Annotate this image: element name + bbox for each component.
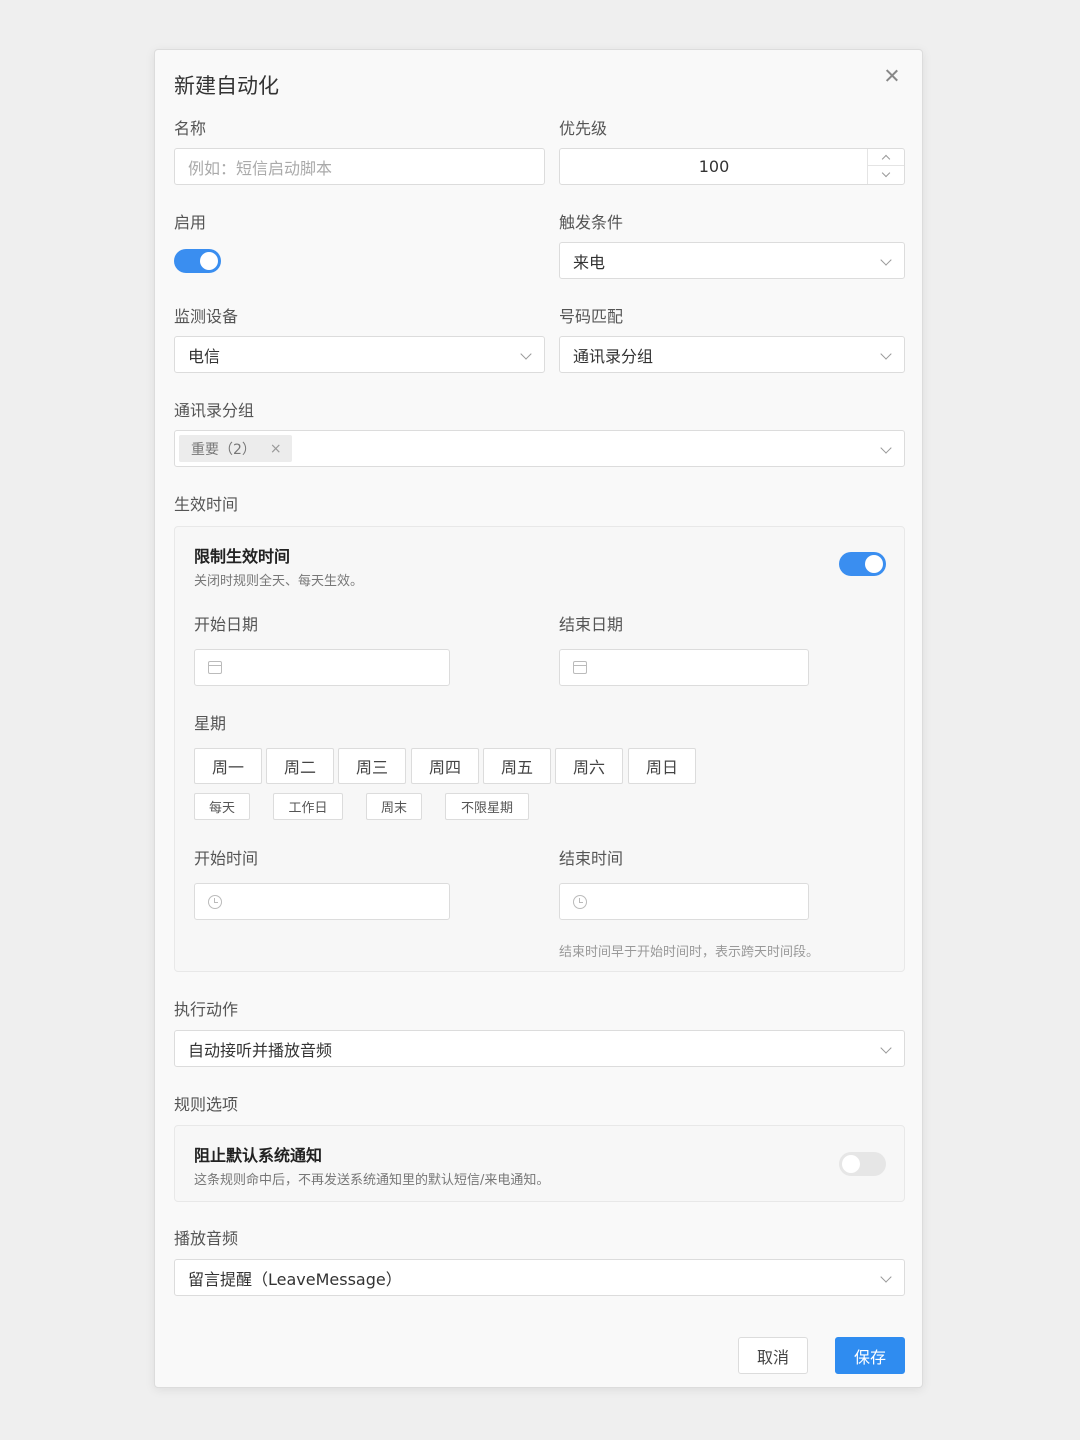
audio-label: 播放音频 <box>174 1229 239 1248</box>
close-icon[interactable] <box>882 66 902 86</box>
increment-chevron-up-icon[interactable] <box>868 149 904 166</box>
block-notification-description: 这条规则命中后，不再发送系统通知里的默认短信/来电通知。 <box>194 1173 550 1188</box>
audio-select[interactable]: 留言提醒（LeaveMessage） <box>174 1259 905 1296</box>
audio-value: 留言提醒（LeaveMessage） <box>188 1269 402 1289</box>
number-match-label: 号码匹配 <box>559 307 624 326</box>
chevron-down-icon <box>880 442 892 454</box>
end-date-label: 结束日期 <box>559 615 624 634</box>
trigger-label: 触发条件 <box>559 213 624 232</box>
end-date-picker[interactable] <box>559 649 809 686</box>
chevron-down-icon <box>520 348 532 360</box>
number-match-select[interactable]: 通讯录分组 <box>559 336 905 373</box>
rule-options-panel: 阻止默认系统通知 这条规则命中后，不再发送系统通知里的默认短信/来电通知。 <box>174 1125 905 1202</box>
number-match-value: 通讯录分组 <box>573 346 654 366</box>
quick-weekend-button[interactable]: 周末 <box>366 793 422 820</box>
start-date-picker[interactable] <box>194 649 450 686</box>
decrement-chevron-down-icon[interactable] <box>868 166 904 183</box>
chevron-down-icon <box>880 1271 892 1283</box>
remove-tag-close-icon[interactable]: × <box>270 441 282 457</box>
action-value: 自动接听并播放音频 <box>188 1040 333 1060</box>
device-select[interactable]: 电信 <box>174 336 545 373</box>
chevron-down-icon <box>880 348 892 360</box>
limit-time-title: 限制生效时间 <box>194 547 291 566</box>
end-time-label: 结束时间 <box>559 849 624 868</box>
chevron-down-icon <box>880 1042 892 1054</box>
start-time-picker[interactable] <box>194 883 450 920</box>
action-label: 执行动作 <box>174 1000 239 1019</box>
start-date-label: 开始日期 <box>194 615 259 634</box>
weekday-tue-button[interactable]: 周二 <box>266 748 334 784</box>
toggle-knob <box>865 555 883 573</box>
block-notification-toggle[interactable] <box>839 1152 886 1176</box>
quick-any-weekday-button[interactable]: 不限星期 <box>445 793 529 820</box>
enabled-toggle[interactable] <box>174 249 221 273</box>
quick-workday-button[interactable]: 工作日 <box>273 793 343 820</box>
end-time-picker[interactable] <box>559 883 809 920</box>
toggle-knob <box>200 252 218 270</box>
device-label: 监测设备 <box>174 307 239 326</box>
cancel-button[interactable]: 取消 <box>738 1337 808 1374</box>
contact-group-multiselect[interactable]: 重要（2） × <box>174 430 905 467</box>
name-input[interactable]: 例如：短信启动脚本 <box>174 148 545 185</box>
contact-group-label: 通讯录分组 <box>174 401 255 420</box>
clock-icon <box>573 895 587 909</box>
chevron-down-icon <box>880 254 892 266</box>
name-placeholder: 例如：短信启动脚本 <box>188 158 333 178</box>
weekday-wed-button[interactable]: 周三 <box>338 748 406 784</box>
effective-time-panel: 限制生效时间 关闭时规则全天、每天生效。 开始日期 结束日期 星期 周一 周二 … <box>174 526 905 972</box>
enabled-label: 启用 <box>174 213 207 232</box>
weekday-sun-button[interactable]: 周日 <box>628 748 696 784</box>
time-hint: 结束时间早于开始时间时，表示跨天时间段。 <box>559 945 820 960</box>
priority-number-input[interactable]: 100 <box>559 148 905 185</box>
tag-label: 重要（2） <box>191 441 256 458</box>
toggle-knob <box>842 1155 860 1173</box>
name-label: 名称 <box>174 119 207 138</box>
priority-label: 优先级 <box>559 119 608 138</box>
priority-value: 100 <box>698 157 730 176</box>
action-select[interactable]: 自动接听并播放音频 <box>174 1030 905 1067</box>
effective-time-label: 生效时间 <box>174 495 239 514</box>
new-automation-dialog: 新建自动化 名称 例如：短信启动脚本 优先级 100 启用 触发条件 来电 监测… <box>154 49 923 1388</box>
contact-group-tag: 重要（2） × <box>179 435 292 462</box>
weekday-mon-button[interactable]: 周一 <box>194 748 262 784</box>
weekday-sat-button[interactable]: 周六 <box>555 748 623 784</box>
trigger-value: 来电 <box>573 252 606 272</box>
save-button[interactable]: 保存 <box>835 1337 905 1374</box>
weekday-label: 星期 <box>194 714 227 733</box>
clock-icon <box>208 895 222 909</box>
calendar-icon <box>573 661 587 674</box>
rule-options-label: 规则选项 <box>174 1095 239 1114</box>
limit-time-toggle[interactable] <box>839 552 886 576</box>
weekday-fri-button[interactable]: 周五 <box>483 748 551 784</box>
block-notification-title: 阻止默认系统通知 <box>194 1146 323 1165</box>
quick-everyday-button[interactable]: 每天 <box>194 793 250 820</box>
calendar-icon <box>208 661 222 674</box>
dialog-title: 新建自动化 <box>174 74 279 98</box>
priority-stepper <box>867 149 904 184</box>
limit-time-description: 关闭时规则全天、每天生效。 <box>194 574 364 589</box>
trigger-select[interactable]: 来电 <box>559 242 905 279</box>
device-value: 电信 <box>188 346 221 366</box>
start-time-label: 开始时间 <box>194 849 259 868</box>
weekday-thu-button[interactable]: 周四 <box>411 748 479 784</box>
